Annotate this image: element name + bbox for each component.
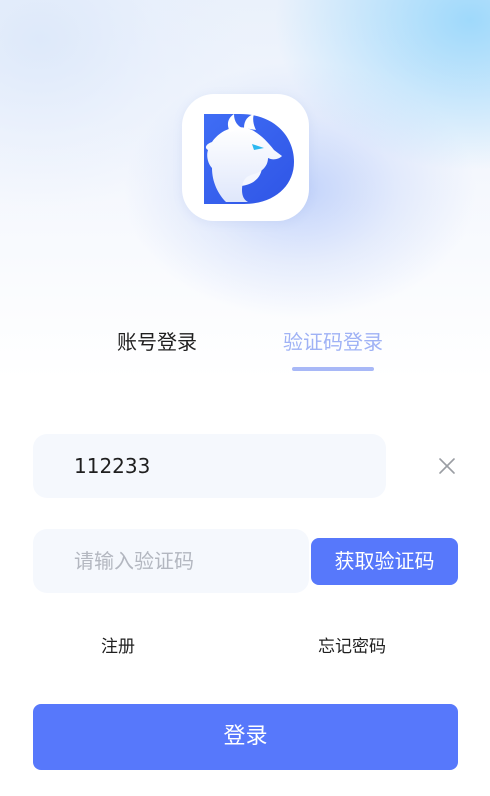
register-link[interactable]: 注册 bbox=[101, 636, 135, 658]
tab-code-login[interactable]: 验证码登录 bbox=[283, 328, 383, 356]
forgot-password-link[interactable]: 忘记密码 bbox=[318, 636, 386, 658]
phone-input[interactable] bbox=[33, 434, 386, 498]
get-code-button[interactable]: 获取验证码 bbox=[311, 538, 458, 585]
app-logo bbox=[182, 94, 309, 221]
tab-account-login[interactable]: 账号登录 bbox=[117, 328, 197, 356]
dragon-d-logo-icon bbox=[204, 114, 294, 204]
active-tab-indicator bbox=[292, 367, 374, 371]
verification-code-input[interactable] bbox=[33, 529, 309, 593]
login-button[interactable]: 登录 bbox=[33, 704, 458, 770]
close-icon[interactable] bbox=[436, 455, 458, 477]
